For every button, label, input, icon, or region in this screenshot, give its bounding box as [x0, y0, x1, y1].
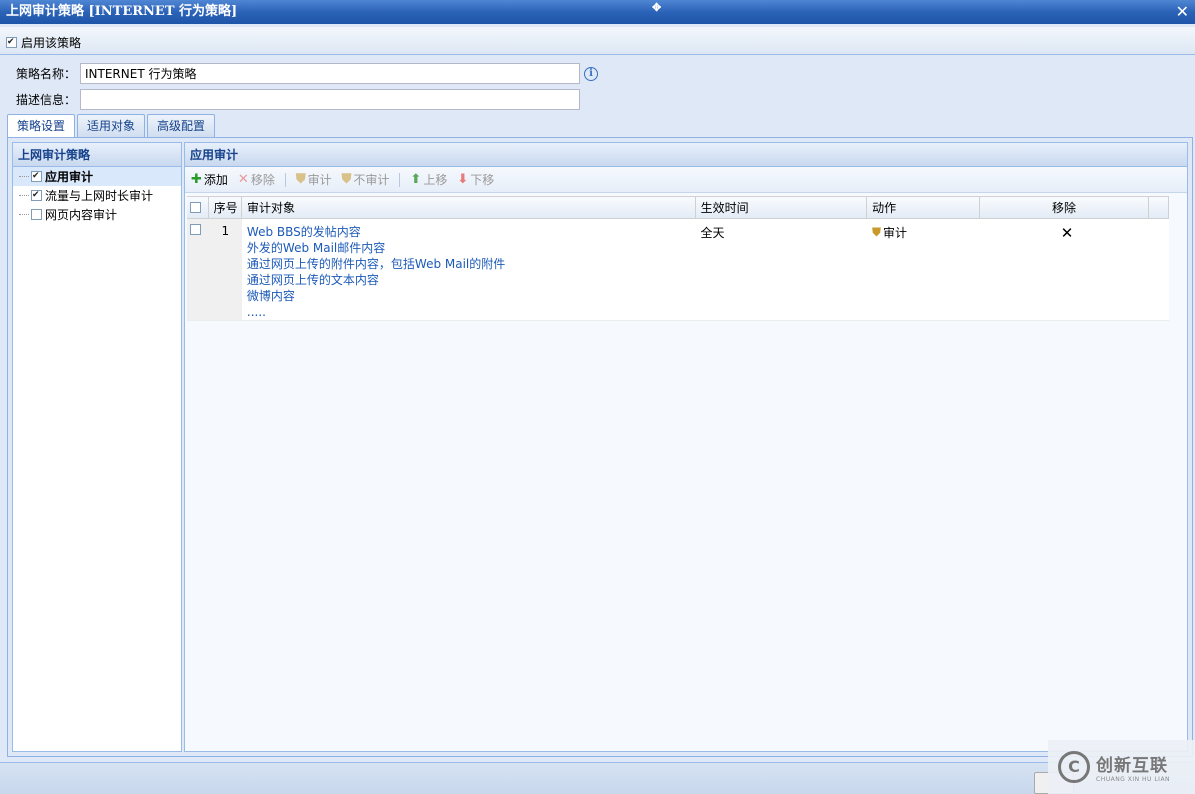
policy-name-row: 策略名称： i: [16, 63, 598, 84]
add-button[interactable]: ✚ 添加: [191, 171, 228, 188]
object-item: 通过网页上传的文本内容: [246, 273, 379, 287]
remove-label: 移除: [250, 173, 275, 187]
tree-item-label: 应用审计: [45, 170, 94, 184]
audit-tree-panel: 上网审计策略 应用审计 流量与上网时长审计 网页内容审计: [12, 142, 182, 752]
arrow-up-icon: ⬆: [410, 172, 422, 187]
no-audit-button[interactable]: ⛊ 不审计: [342, 171, 390, 188]
header-time[interactable]: 生效时间: [696, 197, 868, 218]
tree-item-app-audit[interactable]: 应用审计: [13, 167, 181, 186]
add-label: 添加: [203, 173, 228, 187]
toolbar: ✚ 添加 ✕ 移除 ⛊ 审计 ⛊ 不审计 ⬆ 上移 ⬇ 下移: [185, 167, 1187, 193]
header-index[interactable]: 序号: [209, 197, 243, 218]
tree-item-traffic-audit[interactable]: 流量与上网时长审计: [13, 186, 181, 205]
row-select-cell: [187, 219, 209, 320]
audit-grid: 序号 审计对象 生效时间 动作 移除 1 Web BBS的发帖内容 外发的Web…: [187, 196, 1169, 321]
header-remove[interactable]: 移除: [980, 197, 1150, 218]
enable-policy-label: 启用该策略: [21, 36, 82, 50]
object-item: Web BBS的发帖内容: [246, 225, 361, 239]
tree-item-label: 网页内容审计: [45, 208, 118, 222]
header-action[interactable]: 动作: [867, 197, 980, 218]
select-all-cell: [187, 197, 209, 218]
tree-checkbox[interactable]: [31, 190, 42, 201]
row-action[interactable]: ⛊ 审计: [872, 224, 980, 241]
tree-checkbox[interactable]: [31, 171, 42, 182]
move-down-label: 下移: [470, 173, 495, 187]
row-action-cell: ⛊ 审计: [867, 219, 980, 320]
header-object[interactable]: 审计对象: [242, 197, 696, 218]
plus-icon: ✚: [191, 172, 202, 187]
info-icon[interactable]: i: [584, 66, 598, 81]
move-up-button[interactable]: ⬆ 上移: [410, 171, 447, 188]
row-filler: [1149, 219, 1169, 320]
no-audit-label: 不审计: [353, 173, 390, 187]
tab-policy-settings[interactable]: 策略设置: [7, 114, 76, 138]
row-index: 1: [208, 219, 242, 320]
tab-advanced-config[interactable]: 高级配置: [147, 114, 216, 137]
description-input[interactable]: [80, 89, 580, 110]
shield-icon: ⛊: [872, 225, 882, 239]
footer-bar: [0, 762, 1195, 794]
enable-policy-toggle[interactable]: 启用该策略: [6, 34, 81, 51]
table-row[interactable]: 1 Web BBS的发帖内容 外发的Web Mail邮件内容 通过网页上传的附件…: [187, 219, 1169, 321]
logo-text-en: CHUANG XIN HU LIAN: [1096, 776, 1171, 783]
arrow-down-icon: ⬇: [457, 172, 469, 187]
description-row: 描述信息：: [16, 89, 580, 110]
remove-button[interactable]: ✕ 移除: [238, 171, 275, 188]
app-audit-panel: 应用审计 ✚ 添加 ✕ 移除 ⛊ 审计 ⛊ 不审计 ⬆ 上移 ⬇ 下移 序号 审计对象 生效…: [184, 142, 1188, 752]
header-filler: [1149, 197, 1169, 218]
shield-off-icon: ⛊: [341, 172, 352, 187]
row-action-label: 审计: [883, 226, 908, 240]
audit-button[interactable]: ⛊ 审计: [296, 171, 332, 188]
object-item: .....: [246, 305, 266, 319]
close-icon[interactable]: ✕: [1176, 0, 1189, 24]
audit-label: 审计: [307, 173, 332, 187]
row-objects: Web BBS的发帖内容 外发的Web Mail邮件内容 通过网页上传的附件内容…: [242, 219, 696, 320]
logo-mark-icon: C: [1058, 751, 1090, 783]
grid-header: 序号 审计对象 生效时间 动作 移除: [187, 196, 1169, 219]
toolbar-separator: [399, 172, 401, 187]
select-all-checkbox[interactable]: [190, 202, 201, 213]
tree-item-label: 流量与上网时长审计: [45, 189, 154, 203]
row-checkbox[interactable]: [190, 224, 201, 235]
row-time: 全天: [700, 226, 725, 240]
delete-icon: ✕: [237, 172, 249, 187]
tab-body: 上网审计策略 应用审计 流量与上网时长审计 网页内容审计 应用审计 ✚添加 ✕移…: [7, 137, 1193, 757]
move-up-label: 上移: [423, 173, 448, 187]
logo-text-cn: 创新互联: [1096, 756, 1168, 776]
remove-row-icon[interactable]: ✕: [1061, 224, 1074, 242]
object-item: 通过网页上传的附件内容，包括Web Mail的附件: [246, 257, 506, 271]
tree-connector: [19, 176, 29, 177]
toolbar-separator: [284, 172, 286, 187]
enable-policy-checkbox[interactable]: [6, 37, 17, 48]
watermark-logo: C 创新互联 CHUANG XIN HU LIAN: [1048, 740, 1195, 794]
enable-bar: 启用该策略: [0, 27, 1195, 55]
row-remove-cell: ✕: [980, 219, 1150, 320]
move-down-button[interactable]: ⬇ 下移: [457, 171, 494, 188]
tree-checkbox[interactable]: [31, 209, 42, 220]
tree-connector: [19, 195, 29, 196]
tree-item-web-content-audit[interactable]: 网页内容审计: [13, 205, 181, 224]
move-cursor-icon: ✥: [652, 1, 662, 14]
audit-tree-title: 上网审计策略: [13, 143, 181, 167]
shield-icon: ⛊: [295, 172, 306, 187]
object-item: 外发的Web Mail邮件内容: [246, 241, 386, 255]
tab-bar: 策略设置 适用对象 高级配置: [7, 114, 216, 138]
app-audit-title: 应用审计: [185, 143, 1187, 167]
object-item: 微博内容: [246, 289, 295, 303]
tab-applicable-objects[interactable]: 适用对象: [77, 114, 146, 137]
policy-name-input[interactable]: [80, 63, 580, 84]
policy-name-label: 策略名称：: [16, 67, 77, 81]
tree-connector: [19, 214, 29, 215]
window-title: 上网审计策略 [INTERNET 行为策略]: [6, 4, 238, 19]
description-label: 描述信息：: [16, 93, 77, 107]
window-titlebar: 上网审计策略 [INTERNET 行为策略] ✥ ✕: [0, 0, 1195, 24]
